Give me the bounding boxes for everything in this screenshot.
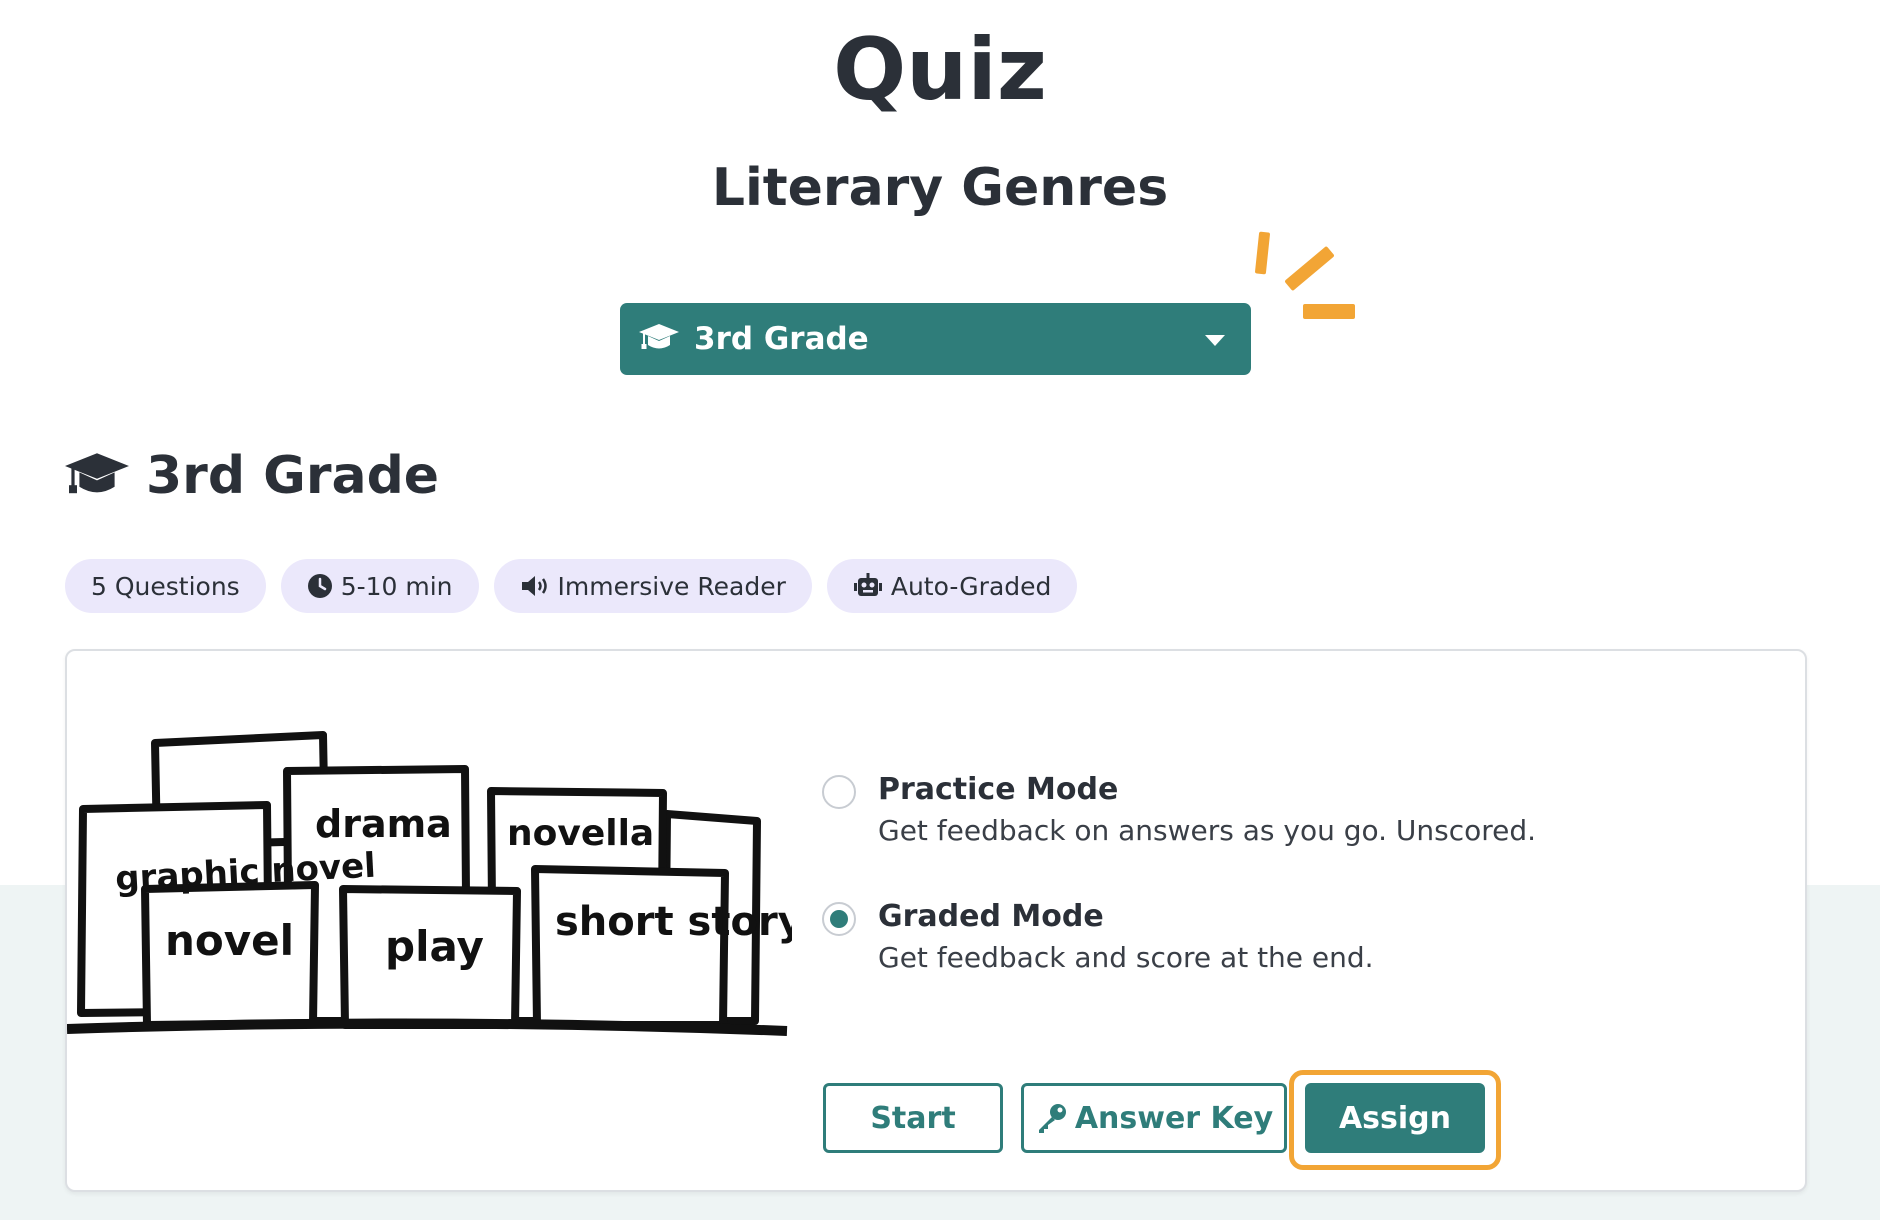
quiz-page: Quiz Literary Genres 3rd Grade 3rd Grade (0, 0, 1880, 1220)
graduation-cap-icon (62, 450, 132, 502)
quiz-card: graphic novel drama novella novel play s… (65, 649, 1807, 1192)
book-label-novel: novel (165, 916, 294, 965)
sparkle-decoration-2 (1284, 245, 1335, 292)
practice-mode-radio[interactable] (822, 775, 856, 809)
practice-mode-title: Practice Mode (878, 772, 1119, 807)
immersive-reader-pill: Immersive Reader (493, 559, 812, 613)
grade-select-dropdown[interactable]: 3rd Grade (620, 303, 1251, 375)
auto-graded-pill: Auto-Graded (826, 559, 1078, 613)
literary-genres-illustration: graphic novel drama novella novel play s… (66, 721, 804, 1080)
sparkle-decoration-1 (1254, 231, 1271, 275)
questions-count-label: 5 Questions (91, 571, 240, 601)
graded-mode-title: Graded Mode (878, 899, 1104, 934)
book-label-novella: novella (507, 813, 654, 854)
speaker-icon (520, 574, 550, 598)
book-label-play: play (385, 922, 484, 971)
grade-select-value: 3rd Grade (694, 321, 869, 357)
duration-pill: 5-10 min (280, 559, 479, 613)
graded-mode-description: Get feedback and score at the end. (878, 941, 1374, 974)
start-button[interactable]: Start (823, 1083, 1003, 1153)
immersive-reader-label: Immersive Reader (557, 571, 786, 601)
quiz-info-pills: 5 Questions 5-10 min Immersive Reader Au… (65, 559, 1092, 613)
assign-button[interactable]: Assign (1305, 1083, 1485, 1153)
graduation-cap-icon (638, 322, 680, 356)
graded-mode-radio[interactable] (822, 902, 856, 936)
robot-icon (853, 572, 883, 600)
sparkle-decoration-3 (1303, 304, 1355, 319)
quiz-subtitle: Literary Genres (711, 158, 1169, 218)
practice-mode-option[interactable]: Practice Mode Get feedback on answers as… (822, 772, 1536, 847)
page-title: Quiz (833, 20, 1047, 120)
auto-graded-label: Auto-Graded (890, 571, 1052, 601)
graded-mode-option[interactable]: Graded Mode Get feedback and score at th… (822, 899, 1374, 974)
grade-heading: 3rd Grade (146, 446, 440, 506)
duration-label: 5-10 min (340, 571, 453, 601)
book-label-drama: drama (315, 802, 452, 846)
clock-icon (307, 573, 333, 599)
answer-key-label: Answer Key (1074, 1100, 1274, 1136)
key-icon (1035, 1101, 1069, 1135)
answer-key-button[interactable]: Answer Key (1021, 1083, 1287, 1153)
section-heading: 3rd Grade (62, 446, 439, 506)
book-label-short-story: short story (555, 899, 792, 945)
questions-count-pill: 5 Questions (65, 559, 266, 613)
caret-down-icon (1205, 335, 1225, 346)
practice-mode-description: Get feedback on answers as you go. Unsco… (878, 814, 1537, 847)
